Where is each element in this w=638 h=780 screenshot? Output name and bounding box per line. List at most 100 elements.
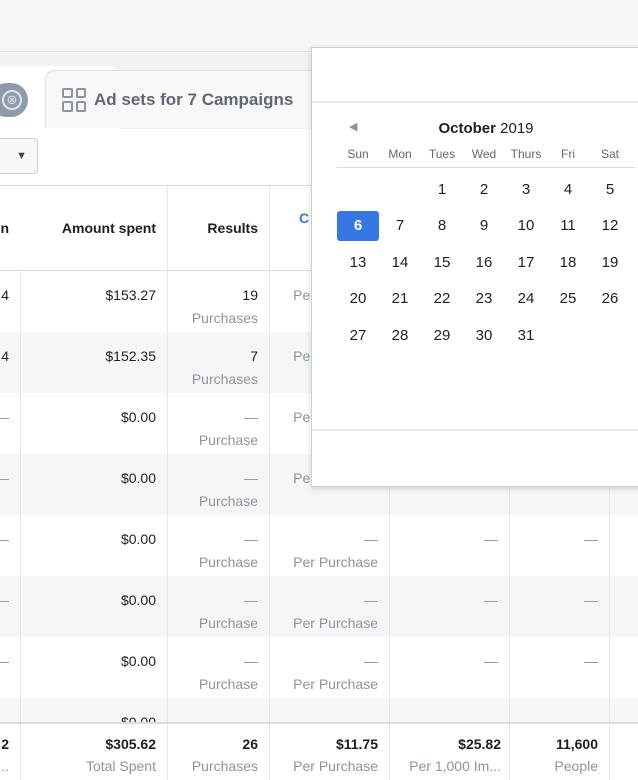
calendar-day[interactable]: 16 xyxy=(463,244,505,281)
calendar-day[interactable]: 25 xyxy=(547,281,589,318)
table-cell: 4 xyxy=(0,332,21,393)
total-amount: $305.62 xyxy=(105,736,156,752)
calendar-day[interactable]: 9 xyxy=(463,208,505,245)
total-c0: 2 xyxy=(1,736,9,752)
cell-value: $152.35 xyxy=(105,348,156,364)
calendar-day[interactable]: 21 xyxy=(379,281,421,318)
close-icon: ⊗ xyxy=(2,90,22,110)
cell-value: $0.00 xyxy=(120,470,156,486)
weekday-header: Sun Mon Tues Wed Thurs Fri Sat xyxy=(337,140,635,168)
table-cell: — Purchase xyxy=(168,576,270,637)
column-header-results[interactable]: Results xyxy=(168,186,270,271)
cell-value: — xyxy=(244,531,258,547)
column-header-label: n xyxy=(0,220,9,236)
day-grid: 1 2 3 4 5 6 7 8 9 10 11 12 13 14 15 16 17 18 19 20 21 22 23 24 2… xyxy=(337,171,635,354)
column-header[interactable]: n xyxy=(0,186,21,271)
column-header-label: Amount spent xyxy=(61,220,156,236)
cell-value: — xyxy=(364,653,378,669)
cell-value: — xyxy=(584,592,598,608)
calendar-day[interactable]: 5 xyxy=(589,171,631,208)
calendar-day[interactable]: 12 xyxy=(589,208,631,245)
total-cpm: $25.82 xyxy=(458,736,501,752)
calendar-day[interactable]: 1 xyxy=(421,171,463,208)
calendar-empty xyxy=(337,171,379,208)
grid-icon xyxy=(62,87,86,112)
calendar-day[interactable]: 8 xyxy=(421,208,463,245)
cell-value: $153.27 xyxy=(105,287,156,303)
top-bar xyxy=(0,0,638,52)
calendar-day[interactable]: 28 xyxy=(379,317,421,354)
cell-sublabel: Purchase xyxy=(198,615,258,631)
cell-value: — xyxy=(584,653,598,669)
calendar-day[interactable]: 30 xyxy=(463,317,505,354)
table-cell: $0.00 xyxy=(20,454,168,515)
calendar-day[interactable]: 7 xyxy=(379,208,421,245)
table-cell: — Purchase xyxy=(168,637,270,698)
calendar-day[interactable]: 6 xyxy=(337,210,379,241)
calendar-day[interactable]: 27 xyxy=(337,317,379,354)
column-header-amount-spent[interactable]: Amount spent xyxy=(20,186,168,271)
weekday-label: Fri xyxy=(561,147,575,161)
caret-down-icon: ▼ xyxy=(16,150,27,162)
calendar-day[interactable]: 3 xyxy=(505,171,547,208)
calendar: ◀ October 2019 Sun Mon Tues Wed Thurs Fri Sat … xyxy=(337,118,635,354)
weekday-label: Thurs xyxy=(510,147,542,161)
calendar-day[interactable]: 31 xyxy=(505,317,547,354)
prev-month-icon[interactable]: ◀ xyxy=(349,120,357,133)
table-cell: — Purchase xyxy=(168,515,270,576)
total-c0-sub: ... xyxy=(0,758,9,774)
table-cell: $0.00 xyxy=(20,576,168,637)
cell-sublabel: Purchase xyxy=(198,676,258,692)
calendar-day[interactable]: 17 xyxy=(505,244,547,281)
calendar-day[interactable]: 26 xyxy=(589,281,631,318)
table-row[interactable]: — $0.00 — Purchase — Per Purchase — — xyxy=(0,576,638,637)
calendar-day[interactable]: 4 xyxy=(547,171,589,208)
cell-sublabel: Per Purchase xyxy=(293,554,378,570)
cell-sublabel: Per Purchase xyxy=(293,615,378,631)
month-label: October xyxy=(438,120,496,137)
table-cell: — Per Purchase xyxy=(270,576,390,637)
table-cell xyxy=(610,637,638,698)
calendar-day[interactable]: 14 xyxy=(379,244,421,281)
table-cell: $0.00 xyxy=(20,393,168,454)
cell-value: — xyxy=(244,470,258,486)
calendar-day[interactable]: 20 xyxy=(337,281,379,318)
calendar-day[interactable]: 10 xyxy=(505,208,547,245)
table-row[interactable]: — $0.00 — Purchase — Per Purchase — — xyxy=(0,637,638,698)
column-header-label: Results xyxy=(207,220,258,236)
cell-sublabel: Purchases xyxy=(191,371,258,387)
cell-value: $0.00 xyxy=(120,653,156,669)
calendar-day[interactable]: 23 xyxy=(463,281,505,318)
weekday-label: Tues xyxy=(428,147,456,161)
table-cell: — xyxy=(390,637,510,698)
dropdown-button[interactable]: ▼ xyxy=(0,138,38,174)
cell-value: — xyxy=(364,531,378,547)
calendar-day[interactable]: 22 xyxy=(421,281,463,318)
cell-value: — xyxy=(364,592,378,608)
calendar-month-title: October 2019 xyxy=(337,118,635,140)
calendar-day[interactable]: 15 xyxy=(421,244,463,281)
total-results-sub: Purchases xyxy=(191,758,258,774)
table-row[interactable]: — $0.00 — Purchase — Per Purchase — — xyxy=(0,515,638,576)
cell-value: — xyxy=(0,589,9,612)
cell-value: — xyxy=(0,650,9,673)
table-cell: — xyxy=(0,576,21,637)
calendar-day[interactable]: 24 xyxy=(505,281,547,318)
total-reach-sub: People xyxy=(554,758,598,774)
calendar-day[interactable]: 2 xyxy=(463,171,505,208)
cell-value: — xyxy=(484,653,498,669)
cell-value: $0.00 xyxy=(120,409,156,425)
total-results: 26 xyxy=(242,736,258,752)
calendar-day[interactable]: 19 xyxy=(589,244,631,281)
calendar-day[interactable]: 18 xyxy=(547,244,589,281)
calendar-day[interactable]: 29 xyxy=(421,317,463,354)
table-cell: — xyxy=(0,637,21,698)
table-cell: — xyxy=(390,576,510,637)
tab-ad-sets[interactable]: Ad sets for 7 Campaigns xyxy=(45,70,325,128)
table-cell xyxy=(610,515,638,576)
calendar-day[interactable]: 13 xyxy=(337,244,379,281)
calendar-empty xyxy=(379,171,421,208)
total-cpm-sub: Per 1,000 Im... xyxy=(409,758,501,774)
calendar-day[interactable]: 11 xyxy=(547,208,589,245)
table-cell: 4 xyxy=(0,271,21,332)
